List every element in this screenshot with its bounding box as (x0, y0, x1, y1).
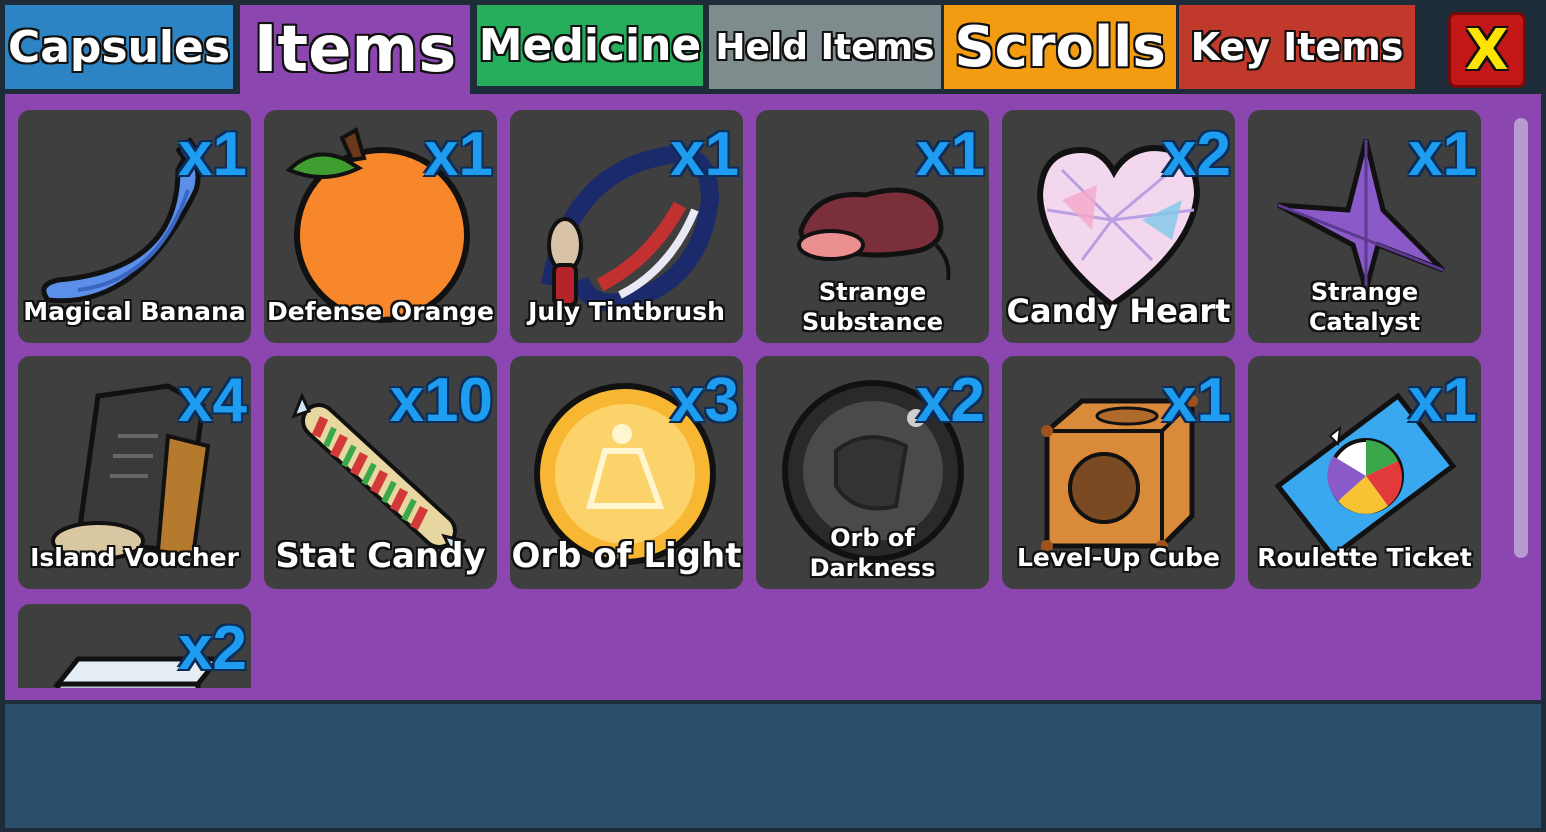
item-name: Island Voucher (30, 542, 239, 572)
item-name: Strange Substance (801, 278, 944, 336)
item-name: Orb of Darkness (809, 524, 936, 582)
item-level-up-cube[interactable]: x1 Level-Up Cube (1002, 356, 1235, 589)
item-quantity: x1 (424, 120, 493, 189)
item-name: Magical Banana (23, 296, 246, 326)
item-quantity: x2 (178, 614, 247, 683)
item-july-tintbrush[interactable]: x1 July Tintbrush (510, 110, 743, 343)
item-name: July Tintbrush (528, 296, 725, 326)
item-quantity: x1 (178, 120, 247, 189)
item-partial[interactable]: x2 (18, 604, 251, 688)
item-quantity: x1 (1162, 366, 1231, 435)
item-defense-orange[interactable]: x1 Defense Orange (264, 110, 497, 343)
item-quantity: x1 (1408, 366, 1477, 435)
close-button[interactable]: X (1448, 12, 1526, 88)
item-candy-heart[interactable]: x2 Candy Heart (1002, 110, 1235, 343)
tab-items[interactable]: Items (240, 5, 470, 94)
item-roulette-ticket[interactable]: x1 Roulette Ticket (1248, 356, 1481, 589)
item-stat-candy[interactable]: x10 Stat Candy (264, 356, 497, 589)
inventory-panel: x1 Magical Banana x1 Defense Orange x1 J… (5, 94, 1541, 700)
item-quantity: x10 (389, 366, 493, 435)
item-island-voucher[interactable]: x4 Island Voucher (18, 356, 251, 589)
item-name: Orb of Light (511, 535, 742, 576)
tab-medicine[interactable]: Medicine (474, 5, 706, 89)
tab-capsules[interactable]: Capsules (5, 5, 236, 89)
item-name: Candy Heart (1006, 292, 1231, 330)
item-quantity: x4 (178, 366, 247, 435)
item-magical-banana[interactable]: x1 Magical Banana (18, 110, 251, 343)
item-strange-substance[interactable]: x1 Strange Substance (756, 110, 989, 343)
item-name: Roulette Ticket (1257, 542, 1472, 572)
tab-scrolls[interactable]: Scrolls (944, 5, 1176, 89)
item-quantity: x2 (1162, 120, 1231, 189)
item-name: Stat Candy (275, 535, 486, 576)
item-orb-of-darkness[interactable]: x2 Orb of Darkness (756, 356, 989, 589)
item-quantity: x1 (1408, 120, 1477, 189)
tab-held-items[interactable]: Held Items (709, 5, 941, 89)
item-quantity: x2 (916, 366, 985, 435)
category-tab-bar: Capsules Items Medicine Held Items Scrol… (0, 0, 1420, 94)
item-strange-catalyst[interactable]: x1 Strange Catalyst (1248, 110, 1481, 343)
item-grid: x1 Magical Banana x1 Defense Orange x1 J… (5, 94, 1505, 688)
item-quantity: x3 (670, 366, 739, 435)
description-panel (5, 704, 1541, 828)
tab-key-items[interactable]: Key Items (1179, 5, 1415, 89)
item-orb-of-light[interactable]: x3 Orb of Light (510, 356, 743, 589)
item-quantity: x1 (670, 120, 739, 189)
item-name: Defense Orange (267, 296, 494, 326)
item-name: Strange Catalyst (1308, 278, 1421, 336)
item-name: Level-Up Cube (1017, 542, 1220, 572)
item-quantity: x1 (916, 120, 985, 189)
item-grid-scrollbar[interactable] (1514, 118, 1528, 558)
